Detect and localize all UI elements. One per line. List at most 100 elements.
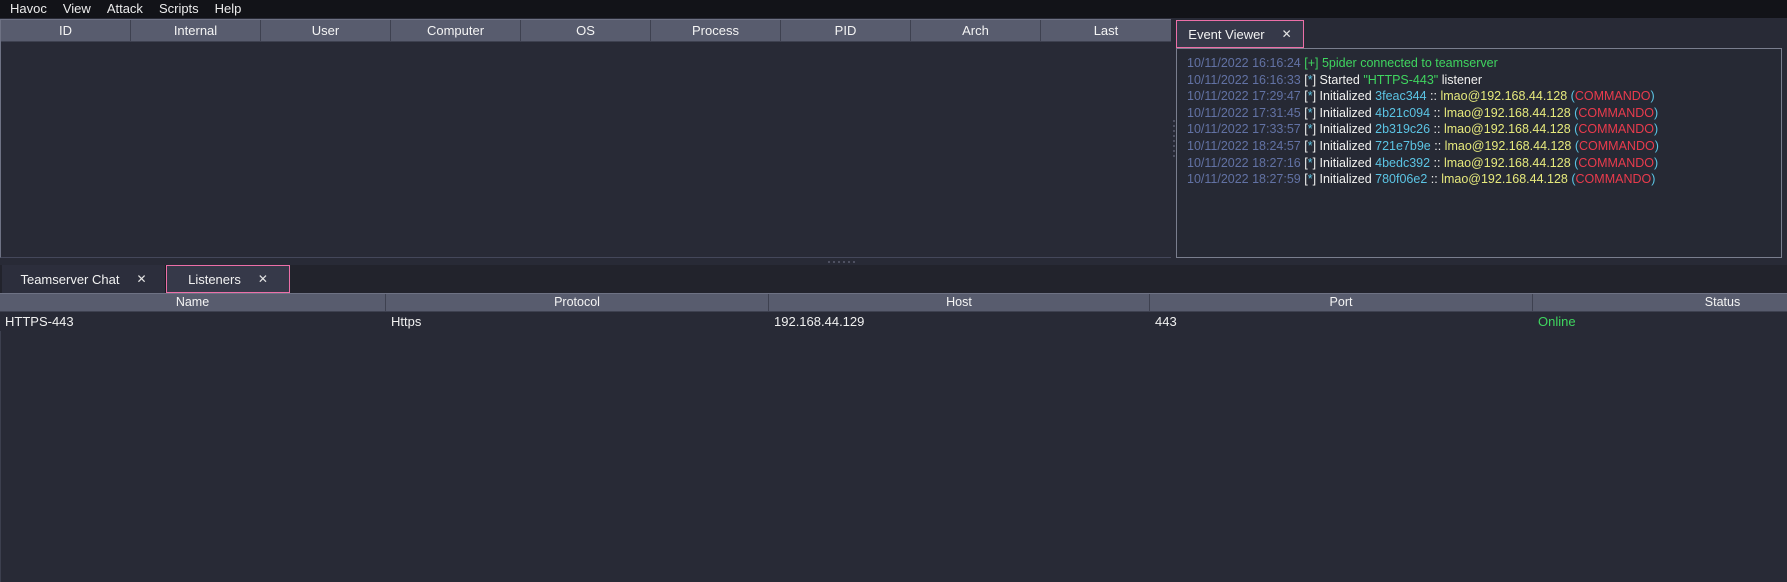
- log-segment: listener: [1438, 73, 1482, 87]
- log-segment: 10/11/2022 18:27:16: [1187, 156, 1304, 170]
- event-viewer-log[interactable]: 10/11/2022 16:16:24 [+] 5pider connected…: [1176, 48, 1782, 258]
- sessions-column-header-user[interactable]: User: [261, 20, 391, 42]
- close-icon[interactable]: ✕: [258, 273, 268, 285]
- tab-label: Listeners: [188, 272, 241, 287]
- listeners-table-rows: HTTPS-443Https192.168.44.129443Online: [0, 312, 1787, 331]
- log-segment: COMMANDO: [1575, 89, 1651, 103]
- tab-listeners[interactable]: Listeners ✕: [166, 265, 290, 293]
- log-segment: lmao@192.168.44.128: [1440, 89, 1567, 103]
- listeners-table-body[interactable]: [0, 331, 1787, 582]
- sessions-table-body[interactable]: [1, 42, 1171, 257]
- log-segment: lmao@192.168.44.128: [1444, 156, 1571, 170]
- listeners-column-header-protocol[interactable]: Protocol: [386, 294, 769, 312]
- table-row[interactable]: HTTPS-443Https192.168.44.129443Online: [0, 312, 1787, 331]
- sessions-column-header-pid[interactable]: PID: [781, 20, 911, 42]
- log-segment: [+] 5pider connected to teamserver: [1304, 56, 1498, 70]
- event-log-line: 10/11/2022 16:16:33 [*] Started "HTTPS-4…: [1187, 72, 1781, 89]
- log-segment: 4bedc392: [1375, 156, 1430, 170]
- log-segment: ): [1655, 139, 1659, 153]
- log-segment: COMMANDO: [1579, 139, 1655, 153]
- menu-item-havoc[interactable]: Havoc: [2, 0, 55, 18]
- sessions-column-header-last[interactable]: Last: [1041, 20, 1171, 42]
- log-segment: 780f06e2: [1375, 172, 1427, 186]
- log-segment: 4b21c094: [1375, 106, 1430, 120]
- menu-item-scripts[interactable]: Scripts: [151, 0, 207, 18]
- splitter-dot: [1173, 145, 1175, 147]
- event-log-line: 10/11/2022 18:27:16 [*] Initialized 4bed…: [1187, 155, 1781, 172]
- tab-event-viewer-label: Event Viewer: [1188, 27, 1264, 42]
- splitter-dot: [1173, 155, 1175, 157]
- log-segment: COMMANDO: [1578, 106, 1654, 120]
- horizontal-splitter-handle[interactable]: [0, 258, 1787, 265]
- log-segment: ): [1654, 156, 1658, 170]
- sessions-table: IDInternalUserComputerOSProcessPIDArchLa…: [0, 19, 1171, 258]
- menu-item-view[interactable]: View: [55, 0, 99, 18]
- menu-item-help[interactable]: Help: [207, 0, 250, 18]
- tab-teamserver-chat[interactable]: Teamserver Chat ✕: [2, 265, 166, 293]
- listeners-table-header: NameProtocolHostPortStatus: [0, 294, 1787, 312]
- log-segment: ::: [1430, 156, 1444, 170]
- splitter-dot: [1173, 135, 1175, 137]
- log-segment: COMMANDO: [1576, 172, 1652, 186]
- log-segment: ] Initialized: [1313, 89, 1376, 103]
- close-icon[interactable]: ✕: [1282, 28, 1292, 40]
- listeners-table: NameProtocolHostPortStatus HTTPS-443Http…: [0, 293, 1787, 582]
- tab-label: Teamserver Chat: [20, 272, 119, 287]
- listener-cell: 443: [1150, 312, 1533, 331]
- splitter-dot: [1173, 120, 1175, 122]
- log-segment: ): [1651, 89, 1655, 103]
- log-segment: lmao@192.168.44.128: [1444, 106, 1571, 120]
- log-segment: 3feac344: [1375, 89, 1426, 103]
- log-segment: ::: [1430, 106, 1444, 120]
- log-segment: lmao@192.168.44.128: [1444, 122, 1571, 136]
- sessions-column-header-computer[interactable]: Computer: [391, 20, 521, 42]
- event-viewer-tabbar: Event Viewer ✕: [1176, 20, 1787, 48]
- log-segment: 2b319c26: [1375, 122, 1430, 136]
- menu-bar: HavocViewAttackScriptsHelp: [0, 0, 1787, 18]
- log-segment: ::: [1431, 139, 1445, 153]
- listeners-column-header-host[interactable]: Host: [769, 294, 1150, 312]
- event-log-line: 10/11/2022 16:16:24 [+] 5pider connected…: [1187, 55, 1781, 72]
- listeners-column-header-port[interactable]: Port: [1150, 294, 1533, 312]
- event-log-line: 10/11/2022 17:31:45 [*] Initialized 4b21…: [1187, 105, 1781, 122]
- log-segment: 10/11/2022 17:33:57: [1187, 122, 1304, 136]
- listener-cell: HTTPS-443: [0, 312, 386, 331]
- tab-event-viewer[interactable]: Event Viewer ✕: [1176, 20, 1304, 48]
- log-segment: ): [1651, 172, 1655, 186]
- sessions-column-header-internal[interactable]: Internal: [131, 20, 261, 42]
- log-segment: lmao@192.168.44.128: [1445, 139, 1572, 153]
- log-segment: 10/11/2022 17:31:45: [1187, 106, 1304, 120]
- close-icon[interactable]: ✕: [136, 273, 146, 285]
- log-segment: ::: [1427, 89, 1441, 103]
- log-segment: "HTTPS-443": [1363, 73, 1438, 87]
- menu-item-attack[interactable]: Attack: [99, 0, 151, 18]
- listeners-column-header-status[interactable]: Status: [1533, 294, 1787, 312]
- log-segment: ] Initialized: [1313, 122, 1376, 136]
- sessions-table-header: IDInternalUserComputerOSProcessPIDArchLa…: [1, 20, 1171, 42]
- splitter-dot: [838, 261, 840, 263]
- sessions-column-header-arch[interactable]: Arch: [911, 20, 1041, 42]
- splitter-dot: [853, 261, 855, 263]
- log-segment: COMMANDO: [1578, 122, 1654, 136]
- sessions-column-header-os[interactable]: OS: [521, 20, 651, 42]
- event-log-line: 10/11/2022 17:29:47 [*] Initialized 3fea…: [1187, 88, 1781, 105]
- log-segment: 10/11/2022 16:16:24: [1187, 56, 1304, 70]
- log-segment: ] Initialized: [1313, 172, 1376, 186]
- sessions-column-header-process[interactable]: Process: [651, 20, 781, 42]
- status-badge: Online: [1533, 312, 1787, 331]
- event-log-line: 10/11/2022 18:24:57 [*] Initialized 721e…: [1187, 138, 1781, 155]
- splitter-dot: [1173, 130, 1175, 132]
- listeners-column-header-name[interactable]: Name: [0, 294, 386, 312]
- log-segment: ] Started: [1313, 73, 1364, 87]
- log-segment: ::: [1427, 172, 1441, 186]
- log-segment: 721e7b9e: [1375, 139, 1431, 153]
- log-segment: ): [1654, 106, 1658, 120]
- log-segment: 10/11/2022 18:24:57: [1187, 139, 1304, 153]
- splitter-dot: [843, 261, 845, 263]
- splitter-dot: [833, 261, 835, 263]
- log-segment: 10/11/2022 16:16:33: [1187, 73, 1304, 87]
- top-section: IDInternalUserComputerOSProcessPIDArchLa…: [0, 18, 1787, 258]
- listener-cell: 192.168.44.129: [769, 312, 1150, 331]
- log-segment: COMMANDO: [1578, 156, 1654, 170]
- sessions-column-header-id[interactable]: ID: [1, 20, 131, 42]
